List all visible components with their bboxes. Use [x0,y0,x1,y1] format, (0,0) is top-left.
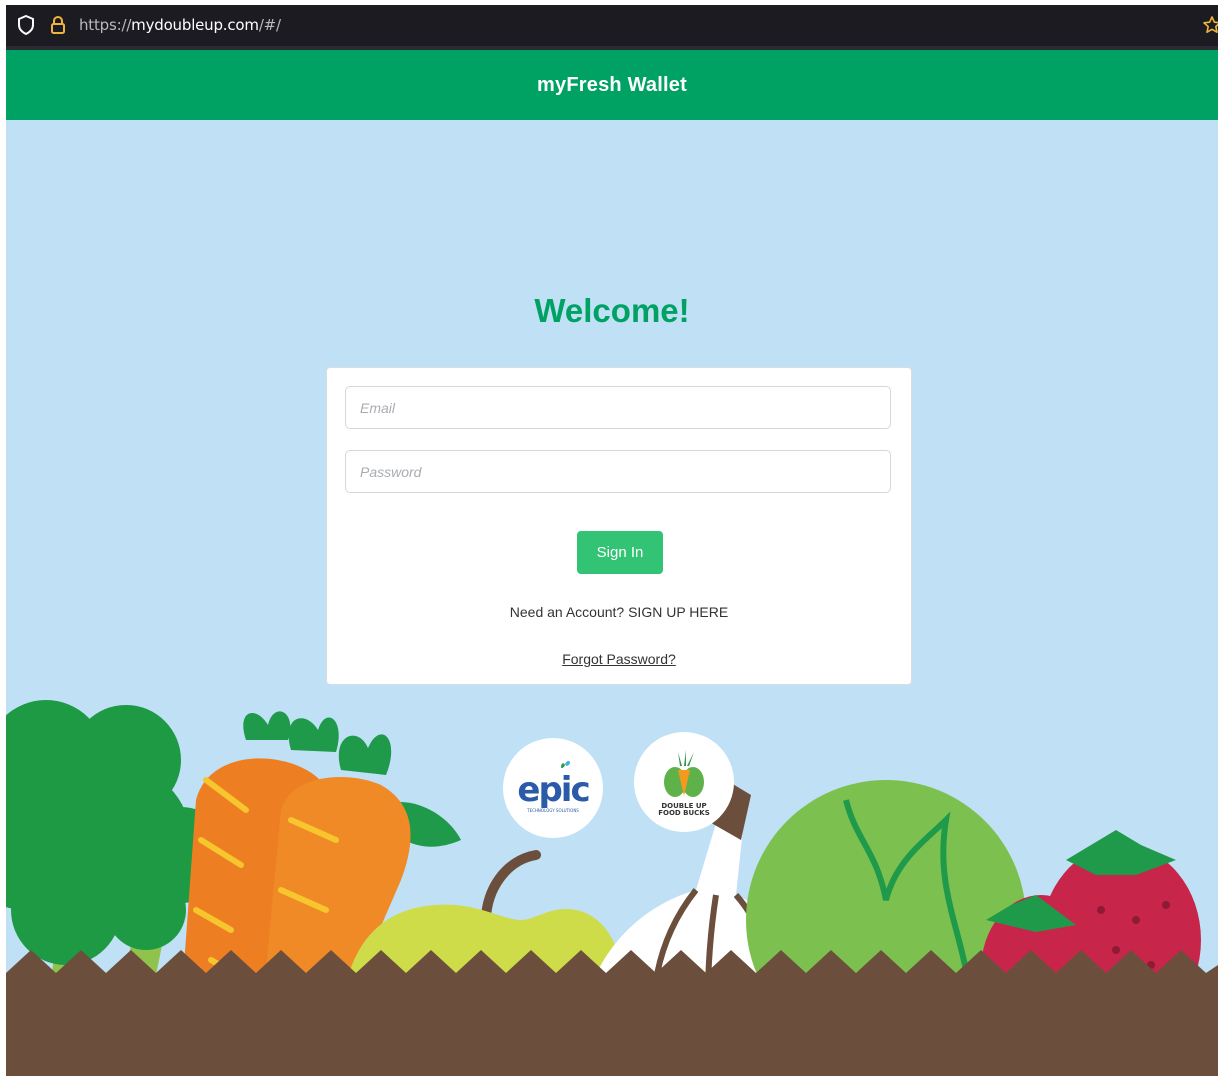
url-scheme: https:// [79,16,132,34]
epic-logo: epic TECHNOLOGY SOLUTIONS [503,738,603,838]
app-title: myFresh Wallet [537,73,687,96]
forgot-password-link[interactable]: Forgot Password? [562,651,676,667]
password-input[interactable] [345,450,891,493]
login-card: Sign In Need an Account? SIGN UP HERE Fo… [326,367,912,685]
sign-in-button[interactable]: Sign In [577,531,663,574]
app-header: myFresh Wallet [6,50,1218,120]
browser-window: https://mydoubleup.com/#/ myFresh Wallet [6,5,1218,1076]
epic-logo-mark: epic TECHNOLOGY SOLUTIONS [517,760,591,813]
lock-icon[interactable] [48,15,68,35]
welcome-heading: Welcome! [534,292,690,329]
browser-toolbar: https://mydoubleup.com/#/ [6,5,1218,50]
url-host: mydoubleup.com [131,16,259,34]
email-input[interactable] [345,386,891,429]
epic-tagline: TECHNOLOGY SOLUTIONS [526,808,579,813]
need-account-line: Need an Account? SIGN UP HERE [327,604,911,620]
shield-icon[interactable] [16,15,36,35]
star-bookmark-icon[interactable] [1202,15,1218,35]
double-up-food-bucks-mark: DOUBLE UP FOOD BUCKS [658,750,710,817]
sign-up-link[interactable]: SIGN UP HERE [628,604,728,620]
url-path: /#/ [258,16,281,34]
main-content: Welcome! Sign In Need an Account? SIGN U… [6,120,1218,1076]
double-up-food-bucks-logo: DOUBLE UP FOOD BUCKS [634,732,734,832]
epic-wordmark: epic [517,770,588,810]
need-account-text: Need an Account? [509,604,625,620]
dufb-wordmark-line2: FOOD BUCKS [658,809,710,817]
address-bar-url[interactable]: https://mydoubleup.com/#/ [79,16,281,34]
forgot-password-line: Forgot Password? [327,651,911,667]
